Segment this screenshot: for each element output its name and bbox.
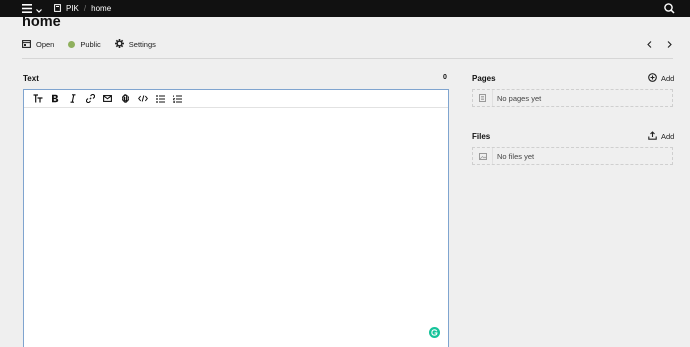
- link-button[interactable]: [82, 92, 100, 106]
- attachment-icon: [121, 94, 129, 103]
- site-icon: [54, 3, 61, 14]
- image-file-icon: [473, 148, 493, 164]
- files-empty-state: No files yet: [472, 147, 673, 165]
- top-bar: PIK / home: [0, 0, 690, 17]
- files-empty-text: No files yet: [497, 151, 535, 161]
- headings-button[interactable]: [29, 92, 47, 106]
- breadcrumb-separator: /: [83, 4, 87, 13]
- search-button[interactable]: [663, 2, 676, 15]
- headings-icon: [33, 94, 43, 103]
- editor-toolbar: [24, 90, 448, 108]
- status-button[interactable]: Public: [68, 40, 101, 49]
- file-button[interactable]: [117, 92, 135, 106]
- text-input[interactable]: [24, 109, 448, 347]
- ordered-list-icon: [173, 94, 183, 103]
- upload-icon: [648, 131, 657, 142]
- pages-empty-state: No pages yet: [472, 89, 673, 107]
- bold-button[interactable]: [47, 92, 65, 106]
- add-page-label: Add: [661, 74, 675, 83]
- upload-file-button[interactable]: Add: [648, 131, 674, 142]
- files-section-label: Files: [472, 132, 491, 141]
- bold-icon: [52, 94, 59, 103]
- bullet-list-icon: [155, 94, 165, 103]
- breadcrumb-current-page[interactable]: home: [91, 4, 111, 13]
- settings-label: Settings: [128, 40, 156, 49]
- email-icon: [103, 95, 113, 102]
- status-dot-icon: [68, 41, 76, 48]
- pages-empty-text: No pages yet: [497, 93, 542, 103]
- chevron-right-icon: [667, 41, 672, 48]
- search-icon: [663, 2, 676, 19]
- chevron-left-icon: [647, 41, 652, 48]
- add-page-button[interactable]: Add: [648, 73, 674, 84]
- text-field-label: Text: [23, 74, 39, 83]
- text-character-counter: 0: [443, 74, 447, 81]
- ordered-list-button[interactable]: [169, 92, 187, 106]
- status-label: Public: [80, 40, 101, 49]
- header-divider: [22, 58, 673, 59]
- add-circle-icon: [648, 73, 657, 84]
- breadcrumb: PIK / home: [54, 0, 111, 17]
- code-button[interactable]: [134, 92, 152, 106]
- text-editor: [23, 89, 449, 347]
- page-header-bar: Open Public Settings: [22, 37, 673, 52]
- email-button[interactable]: [99, 92, 117, 106]
- grammarly-icon: [431, 329, 438, 336]
- bullet-list-button[interactable]: [152, 92, 170, 106]
- open-button[interactable]: Open: [22, 39, 55, 50]
- italic-icon: [70, 94, 76, 103]
- upload-file-label: Add: [661, 132, 675, 141]
- gear-icon: [114, 39, 124, 50]
- page-title[interactable]: home: [22, 14, 61, 30]
- site-name: PIK: [66, 4, 79, 13]
- open-preview-icon: [22, 39, 31, 50]
- open-label: Open: [36, 40, 55, 49]
- previous-page-button[interactable]: [646, 38, 653, 51]
- next-page-button[interactable]: [666, 38, 673, 51]
- link-icon: [85, 94, 95, 103]
- page-navigation: [646, 38, 673, 51]
- italic-button[interactable]: [64, 92, 82, 106]
- page-icon: [473, 90, 493, 106]
- grammarly-button[interactable]: [429, 327, 440, 338]
- code-icon: [137, 95, 148, 102]
- breadcrumb-site[interactable]: PIK: [54, 3, 79, 14]
- pages-section-label: Pages: [472, 74, 496, 83]
- settings-button[interactable]: Settings: [114, 39, 156, 50]
